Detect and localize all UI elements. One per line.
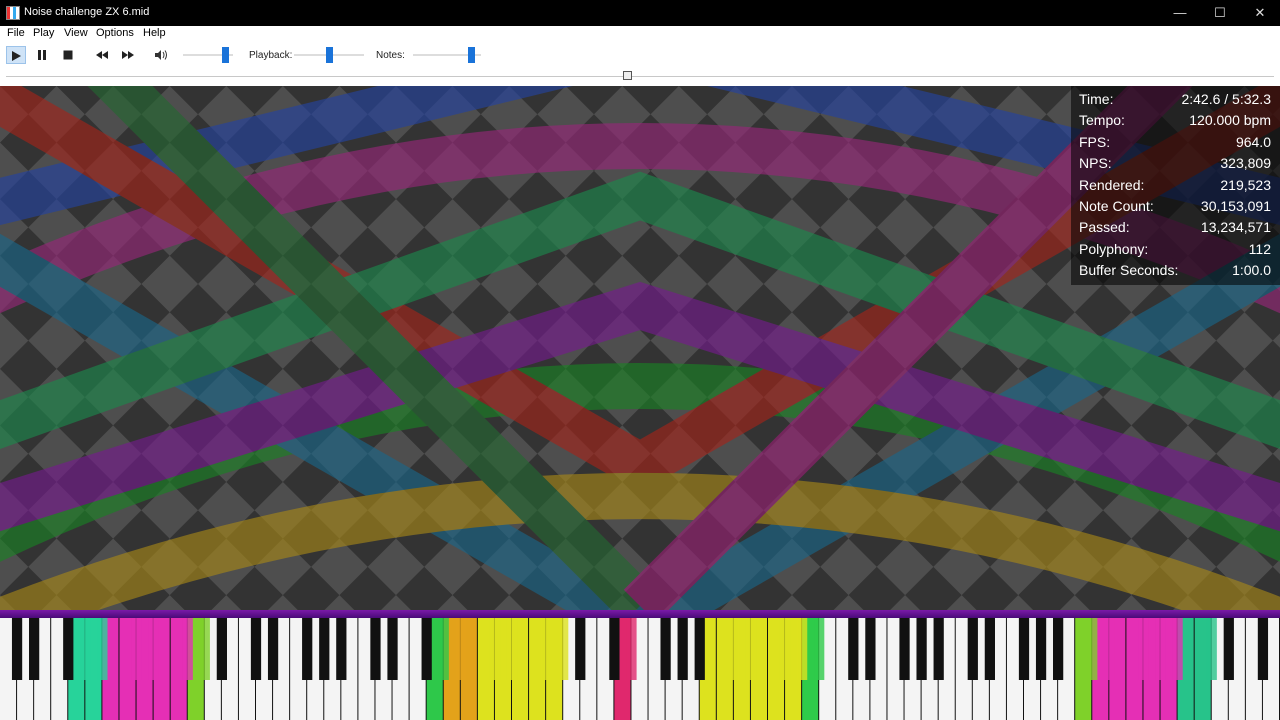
black-key xyxy=(541,618,552,680)
black-key xyxy=(216,618,227,680)
black-key xyxy=(779,618,791,680)
stop-button[interactable] xyxy=(58,46,78,64)
window-title: Noise challenge ZX 6.mid xyxy=(24,6,150,18)
menu-play[interactable]: Play xyxy=(33,27,54,39)
black-key xyxy=(1155,618,1166,680)
black-key xyxy=(131,618,142,680)
black-key xyxy=(1172,618,1183,680)
black-key xyxy=(558,618,569,680)
seek-thumb[interactable] xyxy=(623,71,633,80)
black-key xyxy=(1104,618,1115,680)
black-key xyxy=(1035,618,1047,680)
rewind-icon xyxy=(96,51,108,59)
stat-note-count: Note Count: 30,153,091 xyxy=(1079,198,1271,214)
black-key xyxy=(745,618,757,680)
minimize-button[interactable]: — xyxy=(1160,0,1200,26)
black-key xyxy=(1138,618,1149,680)
play-button[interactable] xyxy=(6,46,26,64)
black-key xyxy=(319,618,330,680)
black-key xyxy=(1206,618,1217,680)
black-key xyxy=(916,618,927,680)
stat-buffer-seconds: Buffer Seconds: 1:00.0 xyxy=(1079,262,1271,278)
black-key xyxy=(1223,618,1234,680)
black-key xyxy=(677,618,688,680)
fast-forward-icon xyxy=(122,51,134,59)
seek-track[interactable] xyxy=(6,76,1274,77)
menu-bar: File Play View Options Help xyxy=(0,26,1280,42)
black-key xyxy=(267,618,279,680)
black-key xyxy=(1087,618,1098,680)
black-key xyxy=(370,618,381,680)
black-key xyxy=(1018,618,1030,680)
toolbar: Playback: Notes: xyxy=(0,42,1280,68)
black-key xyxy=(199,618,210,680)
volume-icon xyxy=(155,50,167,60)
fast-forward-button[interactable] xyxy=(118,46,138,64)
black-key xyxy=(626,618,637,680)
black-key xyxy=(797,618,808,680)
black-key xyxy=(489,618,501,680)
play-icon xyxy=(12,51,21,61)
black-key xyxy=(506,618,518,680)
keyboard-top-bar xyxy=(0,610,1280,618)
close-button[interactable]: ✕ xyxy=(1240,0,1280,26)
black-key xyxy=(899,618,910,680)
stat-passed: Passed: 13,234,571 xyxy=(1079,219,1271,235)
black-key xyxy=(575,618,586,680)
notes-slider-thumb[interactable] xyxy=(467,47,475,63)
menu-help[interactable]: Help xyxy=(143,27,166,39)
black-key xyxy=(387,618,398,680)
black-key xyxy=(11,618,23,680)
black-key xyxy=(694,618,705,680)
stat-polyphony: Polyphony: 112 xyxy=(1079,241,1271,257)
black-key xyxy=(80,618,91,680)
menu-file[interactable]: File xyxy=(7,27,25,39)
black-key xyxy=(1053,618,1064,680)
pause-icon xyxy=(38,50,46,60)
volume-button[interactable] xyxy=(151,46,171,64)
playback-label: Playback: xyxy=(249,50,293,61)
pause-button[interactable] xyxy=(32,46,52,64)
black-key xyxy=(865,618,876,680)
black-key xyxy=(728,618,739,680)
stat-rendered: Rendered: 219,523 xyxy=(1079,177,1271,193)
piano-keyboard xyxy=(0,610,1280,720)
piano-keys xyxy=(0,618,1279,720)
black-key xyxy=(182,618,193,680)
black-key xyxy=(421,618,432,680)
app-icon xyxy=(6,6,20,20)
playback-slider-thumb[interactable] xyxy=(325,47,333,63)
maximize-button[interactable]: ☐ xyxy=(1200,0,1240,26)
black-key xyxy=(97,618,108,680)
stat-time: Time: 2:42.6 / 5:32.3 xyxy=(1079,91,1271,107)
stat-nps: NPS: 323,809 xyxy=(1079,155,1271,171)
black-key xyxy=(455,618,466,680)
black-key xyxy=(250,618,262,680)
black-key xyxy=(933,618,944,680)
black-key xyxy=(29,618,40,680)
stats-panel: Time: 2:42.6 / 5:32.3 Tempo: 120.000 bpm F… xyxy=(1071,86,1280,285)
stop-icon xyxy=(63,50,73,60)
menu-options[interactable]: Options xyxy=(96,27,134,39)
black-key xyxy=(814,618,825,680)
black-key xyxy=(848,618,859,680)
seek-bar[interactable] xyxy=(0,68,1280,86)
rewind-button[interactable] xyxy=(92,46,112,64)
notes-label: Notes: xyxy=(376,50,405,61)
black-key xyxy=(984,618,995,680)
black-key xyxy=(1257,618,1269,680)
menu-view[interactable]: View xyxy=(64,27,88,39)
black-key xyxy=(967,618,978,680)
title-bar: Noise challenge ZX 6.mid — ☐ ✕ xyxy=(0,0,1280,26)
stat-fps: FPS: 964.0 xyxy=(1079,134,1271,150)
black-key xyxy=(609,618,620,680)
black-key xyxy=(438,618,449,680)
volume-slider-thumb[interactable] xyxy=(221,47,229,63)
stat-tempo: Tempo: 120.000 bpm xyxy=(1079,112,1271,128)
black-key xyxy=(336,618,347,680)
black-key xyxy=(148,618,159,680)
black-key xyxy=(302,618,313,680)
black-key xyxy=(660,618,671,680)
black-key xyxy=(63,618,74,680)
